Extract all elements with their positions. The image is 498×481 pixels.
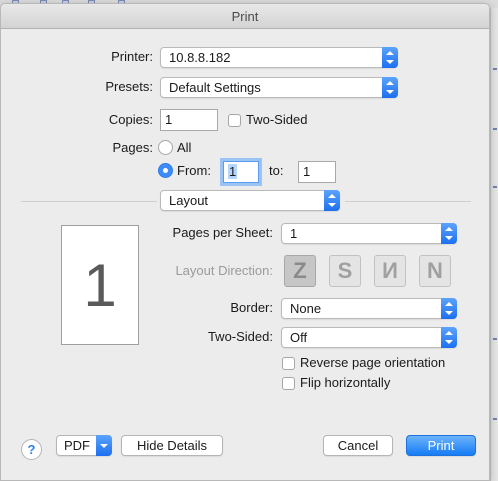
chevron-updown-icon — [382, 77, 398, 98]
page-preview: 1 — [61, 225, 139, 345]
section-popup-value: Layout — [169, 193, 209, 208]
copies-label: Copies: — [108, 112, 153, 127]
layout-direction-label: Layout Direction: — [175, 263, 273, 278]
border-value: None — [290, 301, 322, 316]
s-direction-icon[interactable]: S — [329, 255, 361, 287]
background-mark — [493, 128, 497, 130]
pages-all-label: All — [177, 140, 192, 155]
pages-from-label: From: — [177, 163, 211, 178]
window-title: Print — [1, 4, 489, 29]
help-button[interactable]: ? — [21, 439, 42, 460]
cancel-button[interactable]: Cancel — [323, 435, 393, 456]
z-direction-icon[interactable]: Z — [284, 255, 316, 287]
chevron-updown-icon — [441, 223, 457, 244]
printer-value: 10.8.8.182 — [169, 50, 231, 65]
reverse-orientation-label: Reverse page orientation — [300, 355, 446, 370]
copies-field[interactable]: 1 — [160, 109, 218, 131]
separator-left — [21, 201, 157, 202]
layout-two-sided-label: Two-Sided: — [207, 329, 273, 344]
pages-per-sheet-popup[interactable]: 1 — [281, 223, 457, 244]
printer-popup[interactable]: 10.8.8.182 — [160, 47, 398, 68]
pages-from-radio[interactable] — [158, 163, 173, 178]
two-sided-label: Two-Sided — [246, 112, 308, 127]
flip-horizontally-checkbox[interactable] — [282, 377, 295, 390]
border-popup[interactable]: None — [281, 298, 457, 319]
reverse-n-direction-icon[interactable]: И — [374, 255, 406, 287]
layout-two-sided-popup[interactable]: Off — [281, 327, 457, 348]
print-button[interactable]: Print — [406, 435, 476, 456]
pdf-menu-button[interactable]: PDF — [56, 435, 112, 456]
section-popup[interactable]: Layout — [160, 190, 340, 211]
background-mark — [493, 68, 497, 70]
printer-label: Printer: — [111, 49, 153, 64]
pages-all-radio[interactable] — [158, 140, 173, 155]
chevron-down-icon — [96, 435, 112, 456]
background-window-edge — [490, 8, 498, 481]
hide-details-button[interactable]: Hide Details — [121, 435, 223, 456]
presets-label: Presets: — [105, 79, 153, 94]
pdf-label: PDF — [64, 438, 90, 453]
chevron-updown-icon — [441, 298, 457, 319]
chevron-updown-icon — [382, 47, 398, 68]
pages-from-field[interactable]: 1 — [223, 161, 259, 183]
print-dialog: Print Printer: 10.8.8.182 Presets: Defau… — [0, 3, 490, 481]
border-label: Border: — [230, 300, 273, 315]
presets-value: Default Settings — [169, 80, 261, 95]
pages-to-label: to: — [269, 163, 284, 178]
flip-horizontally-label: Flip horizontally — [300, 375, 391, 390]
background-mark — [493, 186, 497, 188]
background-mark — [493, 338, 497, 340]
two-sided-checkbox[interactable] — [228, 114, 241, 127]
pages-to-field[interactable]: 1 — [298, 161, 336, 183]
chevron-updown-icon — [441, 327, 457, 348]
pages-per-sheet-value: 1 — [290, 226, 298, 241]
pages-per-sheet-label: Pages per Sheet: — [172, 225, 273, 240]
pages-from-value: 1 — [228, 164, 238, 179]
chevron-updown-icon — [324, 190, 340, 211]
n-direction-icon[interactable]: N — [419, 255, 451, 287]
background-mark — [493, 418, 497, 420]
reverse-orientation-checkbox[interactable] — [282, 357, 295, 370]
pages-label: Pages: — [112, 140, 153, 155]
presets-popup[interactable]: Default Settings — [160, 77, 398, 98]
separator-right — [345, 201, 471, 202]
layout-two-sided-value: Off — [290, 330, 308, 345]
